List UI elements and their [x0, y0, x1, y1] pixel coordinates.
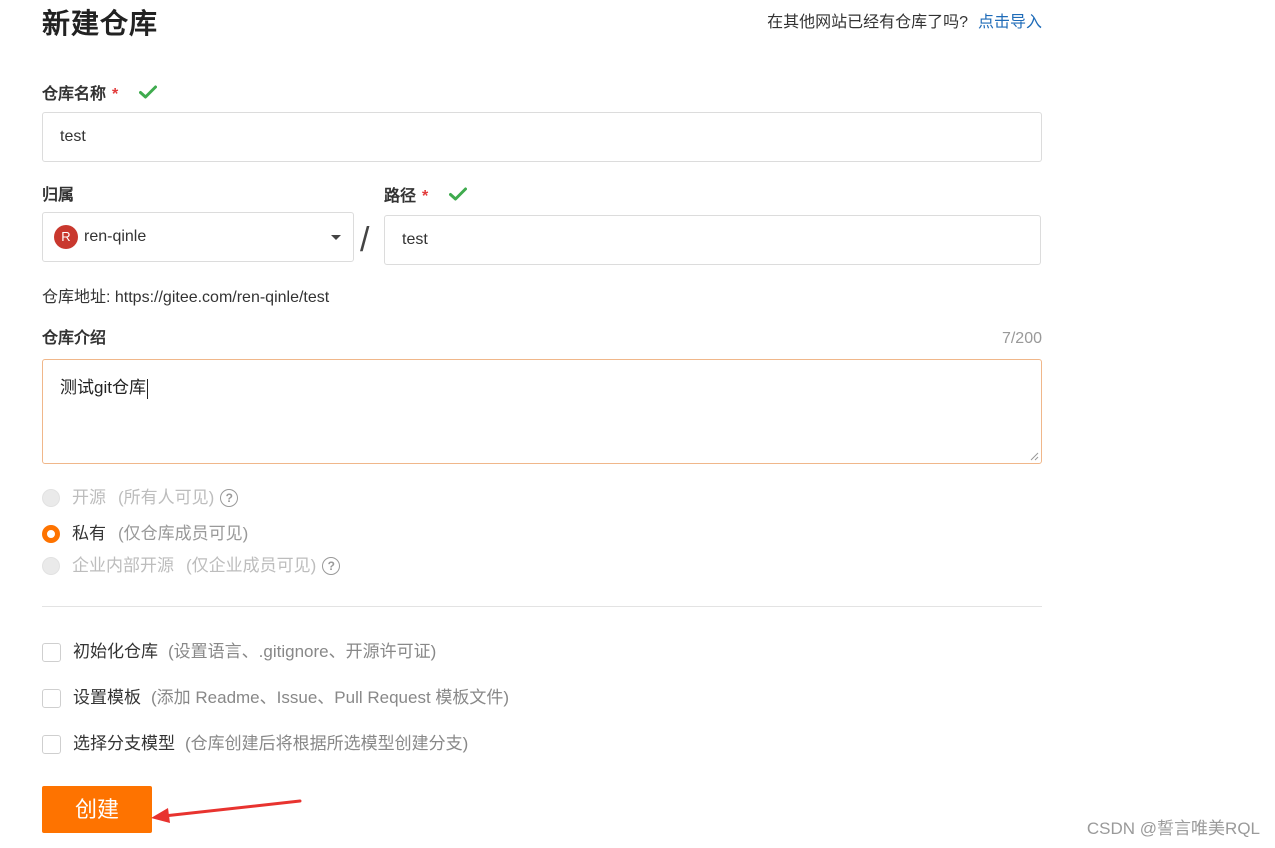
option-set-template[interactable]: 设置模板 (添加 Readme、Issue、Pull Request 模板文件): [42, 686, 509, 710]
visibility-option-label: 企业内部开源: [72, 556, 174, 575]
radio-button[interactable]: [42, 557, 60, 575]
checkbox[interactable]: [42, 688, 61, 708]
visibility-option-hint: (仅企业成员可见): [186, 556, 317, 575]
import-prompt-text: 在其他网站已经有仓库了吗?: [767, 14, 968, 31]
resize-grip-icon[interactable]: [1030, 452, 1039, 461]
import-prompt-row: 在其他网站已经有仓库了吗? 点击导入: [767, 11, 1042, 35]
help-icon[interactable]: ?: [322, 557, 341, 575]
visibility-option-hint: (仅仓库成员可见): [118, 524, 249, 543]
repo-name-label-text: 仓库名称: [42, 86, 107, 104]
create-button[interactable]: 创建: [42, 786, 152, 833]
visibility-option-public[interactable]: 开源 (所有人可见) ?: [42, 486, 239, 510]
option-label: 选择分支模型: [73, 734, 175, 753]
visibility-option-hint: (所有人可见): [118, 488, 215, 507]
description-char-counter: 7/200: [1001, 330, 1042, 347]
owner-value: ren-qinle: [84, 228, 147, 245]
repo-name-input[interactable]: test: [42, 112, 1042, 162]
caret-down-icon: [331, 235, 341, 240]
option-hint: (添加 Readme、Issue、Pull Request 模板文件): [151, 688, 510, 707]
checkbox[interactable]: [42, 734, 61, 754]
option-branch-model[interactable]: 选择分支模型 (仓库创建后将根据所选模型创建分支): [42, 732, 468, 756]
radio-button[interactable]: [42, 489, 60, 507]
owner-label: 归属: [42, 187, 75, 204]
valid-check-icon: [448, 185, 467, 209]
visibility-option-private[interactable]: 私有 (仅仓库成员可见): [42, 522, 248, 546]
path-label-text: 路径: [384, 188, 417, 206]
page-title: 新建仓库: [42, 8, 159, 39]
text-cursor: [146, 378, 148, 399]
divider: [42, 606, 1042, 607]
path-separator: /: [360, 221, 370, 259]
watermark: CSDN @誓言唯美RQL: [1086, 819, 1260, 838]
option-hint: (仓库创建后将根据所选模型创建分支): [185, 734, 469, 753]
description-value: 测试git仓库: [60, 378, 146, 397]
valid-check-icon: [138, 83, 157, 107]
checkbox[interactable]: [42, 642, 61, 662]
repo-name-value: test: [60, 128, 86, 145]
annotation-arrow-icon: [151, 799, 302, 823]
option-label: 设置模板: [73, 688, 141, 707]
option-label: 初始化仓库: [73, 642, 158, 661]
visibility-option-label: 私有: [72, 524, 106, 543]
avatar: R: [54, 225, 78, 249]
visibility-option-label: 开源: [72, 488, 106, 507]
new-repository-page: 新建仓库 在其他网站已经有仓库了吗? 点击导入 仓库名称 * test 归属 R r…: [0, 0, 1275, 848]
path-input[interactable]: test: [384, 215, 1041, 265]
description-label: 仓库介绍: [42, 330, 107, 347]
repo-name-label: 仓库名称 *: [42, 83, 157, 107]
radio-button[interactable]: [42, 525, 60, 543]
visibility-option-enterprise[interactable]: 企业内部开源 (仅企业成员可见) ?: [42, 554, 341, 578]
path-value: test: [402, 231, 428, 248]
repo-address: 仓库地址: https://gitee.com/ren-qinle/test: [42, 289, 330, 306]
required-mark: *: [112, 86, 119, 104]
option-hint: (设置语言、.gitignore、开源许可证): [168, 642, 437, 661]
path-label: 路径 *: [384, 185, 467, 209]
option-init-repo[interactable]: 初始化仓库 (设置语言、.gitignore、开源许可证): [42, 640, 436, 664]
owner-select[interactable]: R ren-qinle: [42, 212, 354, 262]
description-textarea[interactable]: 测试git仓库: [42, 359, 1042, 464]
import-link[interactable]: 点击导入: [978, 14, 1042, 31]
help-icon[interactable]: ?: [220, 489, 239, 507]
required-mark: *: [422, 188, 429, 206]
